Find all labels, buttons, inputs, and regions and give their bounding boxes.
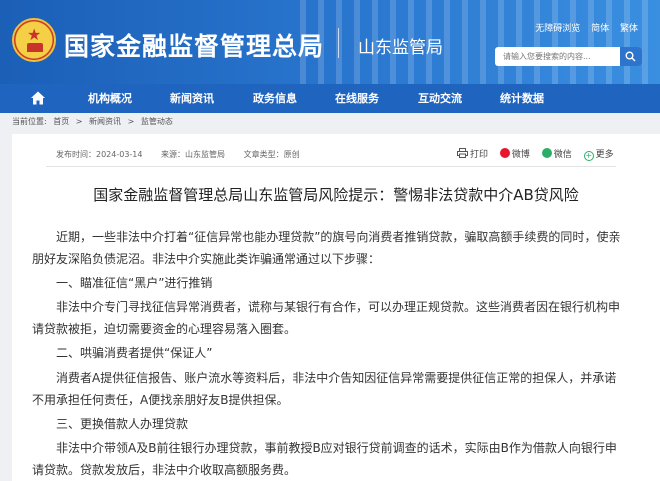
main-nav: 机构概况 新闻资讯 政务信息 在线服务 互动交流 统计数据 (0, 84, 660, 113)
article-paragraph: 消费者A提供征信报告、账户流水等资料后，非法中介告知因征信异常需要提供征信正常的… (32, 371, 617, 407)
weibo-label: 微博 (511, 150, 530, 160)
title-divider (338, 28, 339, 58)
breadcrumb-separator: > (75, 117, 83, 126)
breadcrumb-home[interactable]: 首页 (53, 117, 69, 126)
weibo-share-button[interactable]: 微博 (499, 147, 530, 160)
share-bar: 打印 微博 微信 + 更多 (457, 147, 623, 161)
article-title: 国家金融监督管理总局山东监管局风险提示：警惕非法贷款中介AB贷风险 (93, 186, 579, 204)
top-links: 无障碍浏览 简体 繁体 (527, 21, 638, 34)
breadcrumb-label: 当前位置: (12, 117, 47, 126)
more-label: 更多 (595, 150, 614, 160)
article-source: 来源：山东监管局 (161, 150, 226, 159)
nav-item-interaction[interactable]: 互动交流 (418, 84, 462, 113)
nav-item-online-service[interactable]: 在线服务 (335, 84, 379, 113)
gate-icon (27, 43, 43, 52)
national-emblem-logo[interactable]: ★ (12, 18, 56, 62)
site-header: ★ 国家金融监督管理总局 山东监管局 无障碍浏览 简体 繁体 (0, 0, 660, 84)
search-icon (625, 51, 636, 62)
section-heading: 一、瞄准征信“黑户”进行推销 (56, 276, 213, 290)
breadcrumb-current[interactable]: 监管动态 (141, 117, 173, 126)
nav-item-about[interactable]: 机构概况 (88, 84, 132, 113)
search-box (495, 47, 642, 66)
breadcrumb-separator: > (127, 117, 135, 126)
search-button[interactable] (620, 47, 642, 66)
nav-item-government-info[interactable]: 政务信息 (253, 84, 297, 113)
article-meta: 发布时间：2024-03-14 来源：山东监管局 文章类型：原创 (56, 149, 316, 160)
section-heading: 三、更换借款人办理贷款 (56, 417, 189, 431)
article-paragraph: 非法中介带领A及B前往银行办理贷款，事前教授B应对银行贷前调查的话术，实际由B作… (32, 441, 617, 477)
article-paragraph: 非法中介专门寻找征信异常消费者，谎称与某银行有合作，可以办理正规贷款。这些消费者… (32, 300, 621, 336)
traditional-link[interactable]: 繁体 (620, 24, 638, 34)
section-heading: 二、哄骗消费者提供“保证人” (56, 346, 213, 360)
wechat-share-button[interactable]: 微信 (541, 147, 572, 160)
more-share-button[interactable]: + 更多 (583, 147, 614, 161)
home-icon[interactable] (30, 90, 46, 106)
simplified-link[interactable]: 简体 (591, 24, 609, 34)
breadcrumb-news[interactable]: 新闻资讯 (89, 117, 121, 126)
publish-date: 发布时间：2024-03-14 (56, 150, 143, 159)
nav-item-statistics[interactable]: 统计数据 (500, 84, 544, 113)
branch-title[interactable]: 山东监管局 (358, 33, 443, 58)
header-skyline-decoration (300, 0, 660, 84)
search-input[interactable] (503, 50, 615, 63)
article-type: 文章类型：原创 (243, 150, 300, 159)
site-title[interactable]: 国家金融监督管理总局 (64, 27, 324, 63)
wechat-label: 微信 (553, 150, 572, 160)
wechat-icon (541, 148, 552, 158)
nav-item-news[interactable]: 新闻资讯 (170, 84, 214, 113)
print-label: 打印 (470, 150, 489, 160)
plus-icon: + (583, 151, 594, 161)
star-icon: ★ (27, 25, 42, 44)
breadcrumb: 当前位置: 首页 > 新闻资讯 > 监管动态 (12, 116, 177, 127)
printer-icon (457, 148, 468, 158)
article-paragraph: 近期，一些非法中介打着“征信异常也能办理贷款”的旗号向消费者推销贷款，骗取高额手… (32, 230, 621, 266)
accessibility-link[interactable]: 无障碍浏览 (535, 24, 580, 34)
weibo-icon (499, 148, 510, 158)
print-button[interactable]: 打印 (457, 147, 488, 160)
divider (46, 166, 616, 167)
